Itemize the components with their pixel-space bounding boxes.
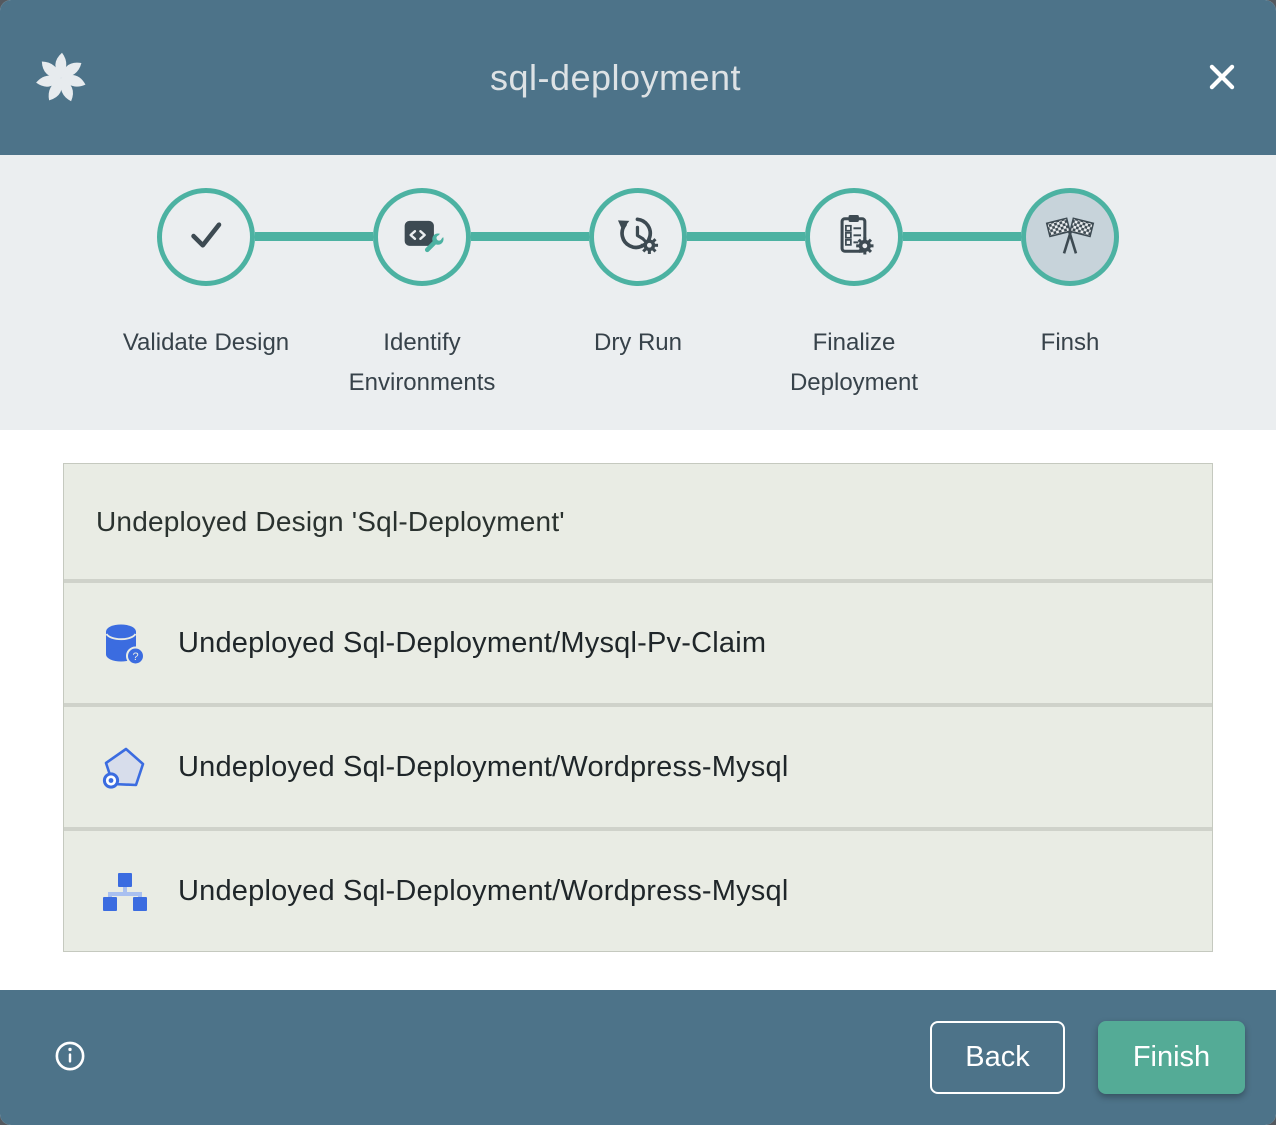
step-label: Identify Environments [337, 323, 507, 403]
close-icon [1200, 55, 1244, 102]
list-item: Undeployed Sql-Deployment/Wordpress-Mysq… [64, 831, 1212, 951]
step-identify-environments: Identify Environments [314, 188, 530, 403]
list-item-text: Undeployed Sql-Deployment/Wordpress-Mysq… [178, 751, 788, 784]
step-dry-run: Dry Run [530, 188, 746, 403]
finish-button[interactable]: Finish [1098, 1021, 1245, 1094]
list-item-text: Undeployed Sql-Deployment/Mysql-Pv-Claim [178, 627, 766, 660]
step-finish: Finsh [962, 188, 1178, 403]
footerbar: Back Finish [0, 990, 1276, 1125]
list-item: Undeployed Sql-Deployment/Wordpress-Mysq… [64, 707, 1212, 827]
step-circle [805, 188, 903, 286]
titlebar: sql-deployment [0, 0, 1276, 155]
check-icon [180, 209, 232, 266]
svg-text:?: ? [132, 651, 138, 663]
step-circle [589, 188, 687, 286]
undeployed-results-panel: Undeployed Design 'Sql-Deployment' ? Und… [63, 463, 1213, 952]
deployment-wizard-modal: sql-deployment Validate Design [0, 0, 1276, 1125]
step-label: Validate Design [123, 323, 289, 363]
step-label: Finalize Deployment [769, 323, 939, 403]
step-circle [157, 188, 255, 286]
history-gear-icon [612, 209, 664, 266]
results-content: Undeployed Design 'Sql-Deployment' ? Und… [0, 430, 1276, 990]
info-icon [49, 1035, 91, 1080]
list-item: ? Undeployed Sql-Deployment/Mysql-Pv-Cla… [64, 583, 1212, 703]
meshery-pinwheel-logo-icon [31, 48, 91, 108]
clipboard-gear-icon [828, 209, 880, 266]
pentagon-pod-icon [99, 743, 147, 791]
code-window-wrench-icon [396, 209, 448, 266]
step-circle [373, 188, 471, 286]
close-button[interactable] [1200, 56, 1244, 100]
database-icon: ? [99, 619, 147, 667]
panel-header: Undeployed Design 'Sql-Deployment' [64, 464, 1212, 579]
modal-title: sql-deployment [490, 57, 741, 99]
step-label: Finsh [1041, 323, 1100, 363]
deployment-stepper: Validate Design [0, 155, 1276, 430]
step-validate-design: Validate Design [98, 188, 314, 403]
step-circle [1021, 188, 1119, 286]
step-label: Dry Run [594, 323, 682, 363]
resource-tree-icon [99, 867, 147, 915]
checkered-flags-icon [1044, 209, 1096, 266]
panel-header-text: Undeployed Design 'Sql-Deployment' [96, 506, 565, 538]
list-item-text: Undeployed Sql-Deployment/Wordpress-Mysq… [178, 875, 788, 908]
back-button[interactable]: Back [930, 1021, 1065, 1094]
info-button[interactable] [48, 1036, 92, 1080]
step-finalize-deployment: Finalize Deployment [746, 188, 962, 403]
